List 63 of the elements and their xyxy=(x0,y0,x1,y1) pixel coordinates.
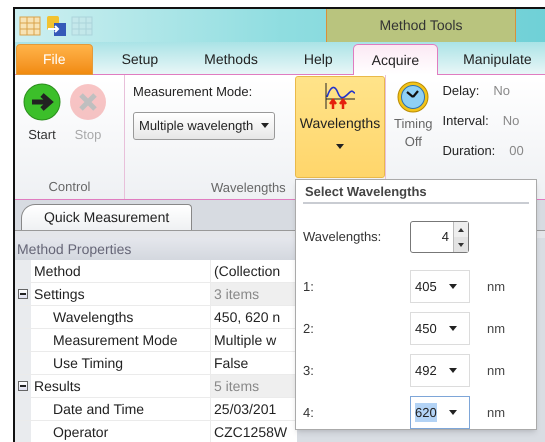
clock-icon xyxy=(397,81,430,113)
stop-icon xyxy=(69,83,107,121)
property-value: (Collection xyxy=(213,262,282,281)
measurement-mode-dropdown[interactable]: Multiple wavelength xyxy=(133,112,276,140)
property-name: Measurement Mode xyxy=(31,329,211,351)
row-label: 2: xyxy=(303,320,315,338)
property-name: Date and Time xyxy=(31,398,211,420)
unit-label: nm xyxy=(487,362,506,380)
document-tab[interactable]: Quick Measurement xyxy=(21,204,192,230)
field-value: 00 xyxy=(509,142,524,160)
unit-label: nm xyxy=(487,320,506,338)
unit-label: nm xyxy=(487,278,506,296)
ribbon-tab[interactable]: Methods xyxy=(185,44,277,75)
property-value: 450, 620 n xyxy=(213,308,282,327)
number-spinner[interactable]: 4 xyxy=(410,221,469,253)
wavelength-dropdown[interactable]: 620 xyxy=(410,396,470,429)
caret-icon xyxy=(448,410,457,415)
field-label: Delay: xyxy=(442,82,480,100)
property-name: Operator xyxy=(31,421,211,442)
field-label: Wavelengths: xyxy=(303,228,382,246)
field-value: No xyxy=(502,112,520,130)
group-label: Control xyxy=(48,178,92,196)
wavelength-dropdown[interactable]: 405 xyxy=(410,270,470,303)
property-name: Method xyxy=(31,260,211,282)
import-icon[interactable] xyxy=(45,14,67,36)
field-value: No xyxy=(493,82,510,100)
caret-icon xyxy=(448,284,457,289)
popup-title: Select Wavelengths xyxy=(303,180,529,204)
property-value: 5 items xyxy=(211,375,297,397)
spectrum-chart-icon xyxy=(323,81,357,111)
row-label: 3: xyxy=(303,362,315,380)
caret-icon xyxy=(448,326,457,331)
section-header: Method Properties xyxy=(15,238,297,260)
field-label: Interval: xyxy=(442,112,489,130)
property-value: 25/03/201 xyxy=(213,400,278,419)
down-arrow-icon[interactable] xyxy=(458,242,464,246)
row-label: 4: xyxy=(303,404,315,422)
collapse-toggle[interactable] xyxy=(18,381,28,391)
property-name: Wavelengths xyxy=(31,306,211,328)
ribbon-tab[interactable]: Acquire xyxy=(352,44,438,75)
collapse-toggle[interactable] xyxy=(18,289,28,299)
property-value: 3 items xyxy=(211,283,297,305)
property-name: Use Timing xyxy=(31,352,211,374)
row-label: 1: xyxy=(303,278,315,296)
start-button[interactable]: Start xyxy=(23,83,61,177)
wavelength-dropdown[interactable]: 450 xyxy=(410,312,470,345)
caret-icon xyxy=(336,144,344,149)
ribbon-tab[interactable]: Manipulate xyxy=(444,44,545,75)
group-label: Wavelengths xyxy=(211,180,286,195)
context-tab-title: Method Tools xyxy=(379,16,462,35)
property-value: False xyxy=(213,354,250,373)
unit-label: nm xyxy=(487,404,506,422)
wavelengths-button[interactable]: Wavelengths xyxy=(295,76,385,178)
up-arrow-icon[interactable] xyxy=(458,228,464,232)
field-label: Duration: xyxy=(442,142,496,160)
caret-icon xyxy=(448,368,457,373)
wavelength-dropdown[interactable]: 492 xyxy=(410,354,470,387)
ribbon-tab[interactable]: Help xyxy=(284,44,352,75)
property-value: Multiple w xyxy=(213,331,278,350)
ribbon-tab[interactable]: Setup xyxy=(102,44,178,75)
field-label: Measurement Mode: xyxy=(133,83,254,101)
property-value: CZC1258W xyxy=(213,423,288,442)
caret-icon xyxy=(261,123,270,128)
